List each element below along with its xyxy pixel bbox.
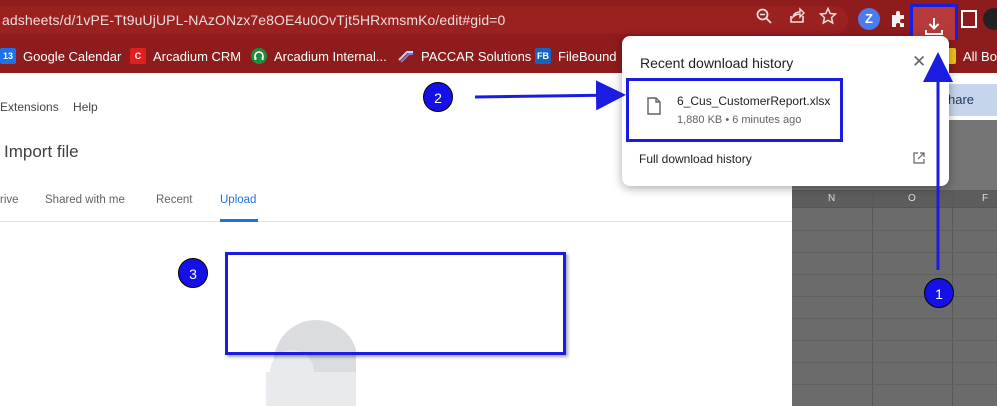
highlight-drop-area: [225, 252, 566, 355]
screenshot-root: adsheets/d/1vPE-Tt9uUjUPL-NAzONzx7e8OE4u…: [0, 0, 997, 406]
step-badge-2: 2: [423, 82, 453, 112]
arrow-to-download-item: [474, 80, 626, 111]
step-badge-1: 1: [924, 278, 954, 308]
step-badge-3: 3: [178, 258, 208, 288]
